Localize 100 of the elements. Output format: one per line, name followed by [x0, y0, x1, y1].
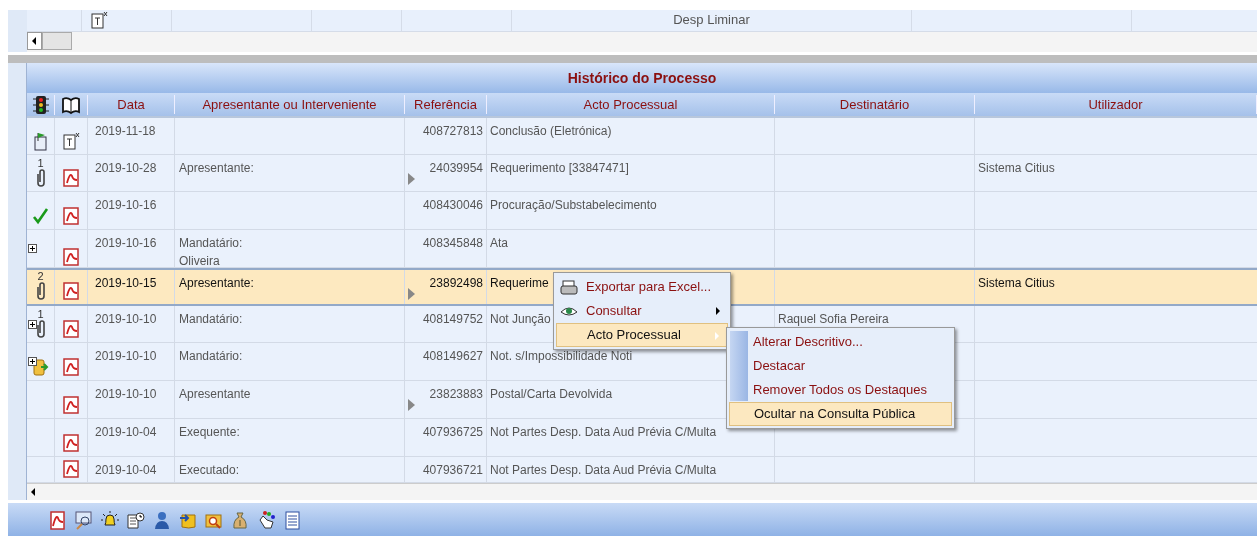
table-cell: 2019-11-18 — [95, 124, 156, 138]
pdf-file-icon[interactable] — [62, 319, 80, 339]
submenu-arrow-icon[interactable] — [716, 307, 720, 315]
table-cell: Requerime — [490, 276, 549, 290]
pdf-file-icon[interactable] — [62, 433, 80, 453]
open-book-icon[interactable] — [61, 94, 81, 115]
table-cell: 2019-10-10 — [95, 387, 157, 401]
table-cell: 2019-10-16 — [95, 236, 157, 250]
attachment-count: 2 — [37, 272, 44, 281]
printer-icon[interactable] — [560, 279, 578, 295]
pdf-file-icon[interactable] — [62, 281, 80, 301]
table-cell: 408345848 — [422, 236, 483, 250]
table-cell: 23823883 — [429, 387, 483, 401]
menu-item[interactable]: Destacar — [729, 354, 952, 378]
column-header[interactable]: Destinatário — [775, 94, 975, 115]
table-cell: 2019-10-04 — [95, 463, 157, 477]
table-cell: Not. s/Impossibilidade Noti — [490, 349, 633, 363]
row-arrow-icon[interactable] — [408, 399, 415, 411]
table-cell: Sistema Citius — [978, 276, 1055, 290]
document-list-icon[interactable] — [282, 509, 302, 530]
row-arrow-icon[interactable] — [408, 173, 415, 185]
scroll-thumb[interactable] — [42, 32, 72, 50]
table-cell-text: Apresentante — [179, 386, 252, 403]
table-row[interactable]: 2019-10-16 Mandatário: Oliveira 408345848 Ata — [27, 230, 1257, 268]
magnifier-screen-icon[interactable] — [74, 509, 94, 530]
table-cell-text: Oliveira — [179, 253, 221, 267]
column-header[interactable]: Acto Processual — [487, 94, 775, 115]
column-header[interactable]: Apresentante ou Interveniente — [175, 94, 405, 115]
checkmark-icon[interactable] — [31, 206, 50, 226]
folder-arrow-icon[interactable] — [31, 357, 50, 377]
table-cell: 408430046 — [422, 198, 483, 212]
table-row[interactable]: 1 2019-10-28 Apresentante: 24039954 Requerimento [33847471] Sistema Citius — [27, 155, 1257, 192]
table-cell-text: Exequente: — [179, 424, 241, 441]
menu-item[interactable]: Ocultar na Consulta Pública — [729, 402, 952, 426]
pdf-file-icon[interactable] — [62, 395, 80, 415]
table-cell: Requerimento [33847471] — [490, 161, 629, 175]
menu-item[interactable]: Acto Processual — [556, 323, 728, 347]
table-cell: Raquel Sofia Pereira — [778, 312, 889, 326]
document-flag-icon[interactable] — [31, 131, 50, 151]
table-cell-text: Mandatário: — [179, 235, 244, 252]
table-row[interactable]: 2019-10-04 Executado: 407936721 Not Partes Desp. Data Aud Prévia C/Multa — [27, 457, 1257, 483]
table-cell: 2019-10-16 — [95, 198, 157, 212]
document-icon[interactable] — [62, 131, 80, 151]
attachment-count: 1 — [37, 310, 44, 319]
table-cell-text: Apresentante: — [179, 275, 255, 292]
table-cell: 23892498 — [429, 276, 483, 290]
table-row[interactable]: 2019-11-18 408727813 Conclusão (Eletrónica) — [27, 118, 1257, 155]
menu-item[interactable]: Remover Todos os Destaques — [729, 378, 952, 402]
column-header[interactable]: Referência — [405, 94, 487, 115]
table-cell: 408149752 — [422, 312, 483, 326]
table-cell: 2019-10-10 — [95, 312, 157, 326]
table-cell: 2019-10-28 — [95, 161, 157, 175]
table-cell: Conclusão (Eletrónica) — [490, 124, 612, 138]
table-cell-text: Mandatário: — [179, 311, 244, 328]
menu-item[interactable]: Consultar — [556, 299, 728, 323]
table-cell: 407936721 — [422, 463, 483, 477]
eye-icon[interactable] — [560, 304, 578, 318]
menu-item[interactable]: Exportar para Excel... — [556, 275, 728, 299]
expand-toggle[interactable] — [28, 244, 37, 253]
table-cell: 407936725 — [422, 425, 483, 439]
table-cell: Not Partes Desp. Data Aud Prévia C/Multa — [490, 463, 717, 477]
attachment-count: 1 — [37, 159, 44, 168]
table-cell: Postal/Carta Devolvida — [490, 387, 613, 401]
table-cell: Not Junção — [490, 312, 551, 326]
horizontal-scrollbar[interactable] — [27, 32, 1257, 52]
money-bag-icon[interactable] — [230, 509, 250, 530]
pdf-file-icon[interactable] — [62, 459, 80, 479]
table-cell: Desp Liminar — [512, 10, 912, 31]
pdf-file-icon[interactable] — [48, 509, 68, 530]
table-cell: 408149627 — [422, 349, 483, 363]
expand-toggle[interactable] — [28, 320, 37, 329]
table-cell: Not Partes Desp. Data Aud Prévia C/Multa — [490, 425, 717, 439]
panel-title: Histórico do Processo — [27, 63, 1257, 93]
pdf-file-icon[interactable] — [62, 206, 80, 226]
pdf-file-icon[interactable] — [62, 247, 80, 267]
table-cell: Procuração/Substabelecimento — [490, 198, 657, 212]
column-header[interactable]: Data — [88, 94, 175, 115]
table-cell: Ata — [490, 236, 508, 250]
table-cell: 2019-10-15 — [95, 276, 157, 290]
table-row[interactable]: 2019-10-16 408430046 Procuração/Substabelecimento — [27, 192, 1257, 230]
table-row[interactable]: 2019-10-04 Exequente: 407936725 Not Partes Desp. Data Aud Prévia C/Multa — [27, 419, 1257, 457]
pdf-file-icon[interactable] — [62, 168, 80, 188]
pdf-file-icon[interactable] — [62, 357, 80, 377]
table-cell: 2019-10-10 — [95, 349, 157, 363]
traffic-light-icon[interactable] — [31, 94, 50, 115]
table-cell-text: Apresentante: — [179, 160, 255, 177]
document-icon[interactable] — [90, 10, 108, 30]
table-cell-text: Executado: — [179, 462, 241, 479]
scroll-left-icon[interactable] — [27, 32, 42, 50]
row-arrow-icon[interactable] — [408, 288, 415, 300]
book-clock-icon[interactable] — [126, 509, 146, 530]
table-cell: Sistema Citius — [978, 161, 1055, 175]
table-cell-text: Mandatário: — [179, 348, 244, 365]
table-cell: 2019-10-04 — [95, 425, 157, 439]
column-header[interactable]: Utilizador — [975, 94, 1257, 115]
menu-gutter — [730, 331, 748, 401]
horizontal-scrollbar[interactable] — [27, 483, 1257, 500]
table-cell: 408727813 — [422, 124, 483, 138]
table-cell: 24039954 — [429, 161, 483, 175]
person-icon[interactable] — [152, 509, 172, 530]
